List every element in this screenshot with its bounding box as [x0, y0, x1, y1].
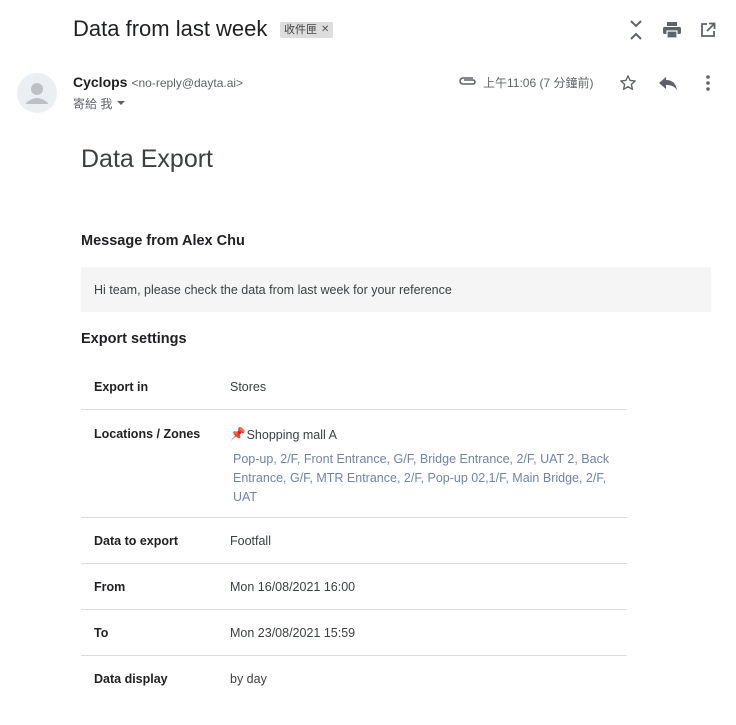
table-row: To Mon 23/08/2021 15:59: [81, 610, 627, 656]
unfold-icon[interactable]: [626, 20, 646, 40]
table-row: Data to export Footfall: [81, 518, 627, 564]
email-heading: Data Export: [81, 145, 214, 173]
setting-value: Mon 16/08/2021 16:00: [230, 579, 356, 594]
caret-down-icon[interactable]: [116, 97, 126, 111]
table-row: Data display by day: [81, 656, 627, 702]
message-time: 上午11:06 (7 分鐘前): [483, 76, 594, 90]
table-row: Export in Stores: [81, 364, 627, 410]
setting-key: Locations / Zones: [94, 427, 201, 441]
email-subject: Data from last week: [73, 16, 268, 41]
settings-title: Export settings: [81, 331, 187, 347]
setting-key: From: [94, 579, 126, 594]
setting-value: Mon 23/08/2021 15:59: [230, 625, 356, 640]
remove-label-icon[interactable]: ✕: [321, 22, 329, 38]
location-name-line: 📌 Shopping mall A: [230, 427, 627, 442]
setting-key: Export in: [94, 379, 149, 394]
setting-key: Data display: [94, 671, 168, 686]
more-vert-icon[interactable]: [698, 73, 718, 93]
setting-key: Data to export: [94, 533, 179, 548]
avatar[interactable]: [17, 73, 57, 113]
recipient-details-toggle[interactable]: 寄給 我: [73, 95, 126, 112]
setting-value: by day: [230, 671, 267, 686]
zones-list: Pop-up, 2/F, Front Entrance, G/F, Bridge…: [233, 452, 610, 504]
export-settings-table: Export in Stores Locations / Zones 📌 Sho…: [81, 364, 627, 701]
print-icon[interactable]: [662, 20, 682, 40]
location-name: Shopping mall A: [246, 427, 337, 442]
inbox-label-chip[interactable]: 收件匣 ✕: [280, 22, 334, 38]
message-meta: 上午11:06 (7 分鐘前): [458, 74, 593, 91]
setting-value: Footfall: [230, 533, 271, 548]
sender-name-row: Cyclops <no-reply@dayta.ai>: [73, 74, 243, 90]
reply-icon[interactable]: [658, 73, 678, 93]
avatar-icon: [26, 83, 48, 104]
star-icon[interactable]: [618, 73, 638, 93]
paperclip-icon: [458, 75, 478, 90]
table-row: Locations / Zones 📌 Shopping mall A Pop-…: [81, 410, 627, 518]
message-box: Hi team, please check the data from last…: [81, 267, 711, 312]
recipient-text: 寄給 我: [73, 97, 113, 111]
setting-key: To: [94, 625, 109, 640]
message-title: Message from Alex Chu: [81, 233, 245, 249]
open-in-new-icon[interactable]: [698, 20, 718, 40]
sender-name[interactable]: Cyclops: [73, 74, 127, 90]
inbox-label: 收件匣: [284, 24, 317, 36]
sender-email: <no-reply@dayta.ai>: [131, 76, 244, 90]
setting-value: 📌 Shopping mall A Pop-up, 2/F, Front Ent…: [230, 410, 627, 518]
setting-value: Stores: [230, 379, 267, 394]
pushpin-icon: 📌: [230, 427, 246, 441]
message-text: Hi team, please check the data from last…: [94, 282, 452, 297]
table-row: From Mon 16/08/2021 16:00: [81, 564, 627, 610]
